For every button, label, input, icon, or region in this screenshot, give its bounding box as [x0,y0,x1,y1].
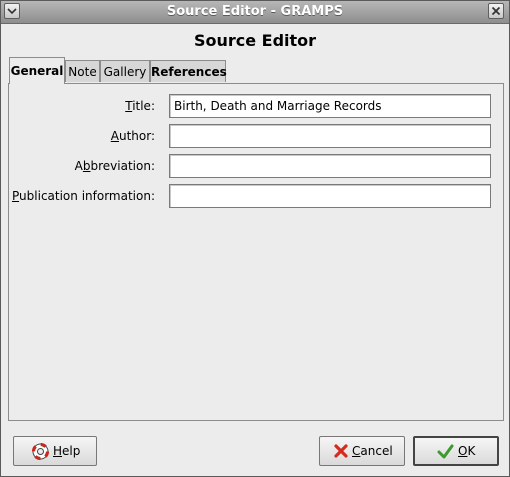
help-button-label: Help [53,444,81,458]
author-field[interactable] [169,124,491,148]
close-button[interactable] [488,3,504,19]
cancel-button[interactable]: Cancel [319,436,405,466]
tab-note[interactable]: Note [65,60,100,82]
abbreviation-field[interactable] [169,154,491,178]
author-label: Author: [110,129,155,143]
window-title: Source Editor - GRAMPS [166,4,344,19]
titlebar: Source Editor - GRAMPS [1,1,509,24]
publication-info-field[interactable] [169,184,491,208]
close-icon [491,6,501,16]
green-check-icon [437,444,454,459]
tab-general[interactable]: General [9,57,65,84]
publication-info-label: Publication information: [12,189,155,203]
help-button[interactable]: Help [13,436,97,466]
tab-gallery[interactable]: Gallery [100,60,150,82]
dialog-heading: Source Editor [193,31,317,50]
title-label: Title: [125,99,155,113]
source-editor-window: Source Editor - GRAMPS Source Editor Gen… [0,0,510,477]
ok-button[interactable]: OK [413,436,499,466]
lifebuoy-icon [32,443,49,460]
red-x-icon [334,444,348,458]
tab-references[interactable]: References [150,60,227,82]
title-field[interactable]: Birth, Death and Marriage Records [169,94,491,118]
abbreviation-label: Abbreviation: [74,159,155,173]
ok-button-label: OK [458,444,476,458]
cancel-button-label: Cancel [352,444,393,458]
